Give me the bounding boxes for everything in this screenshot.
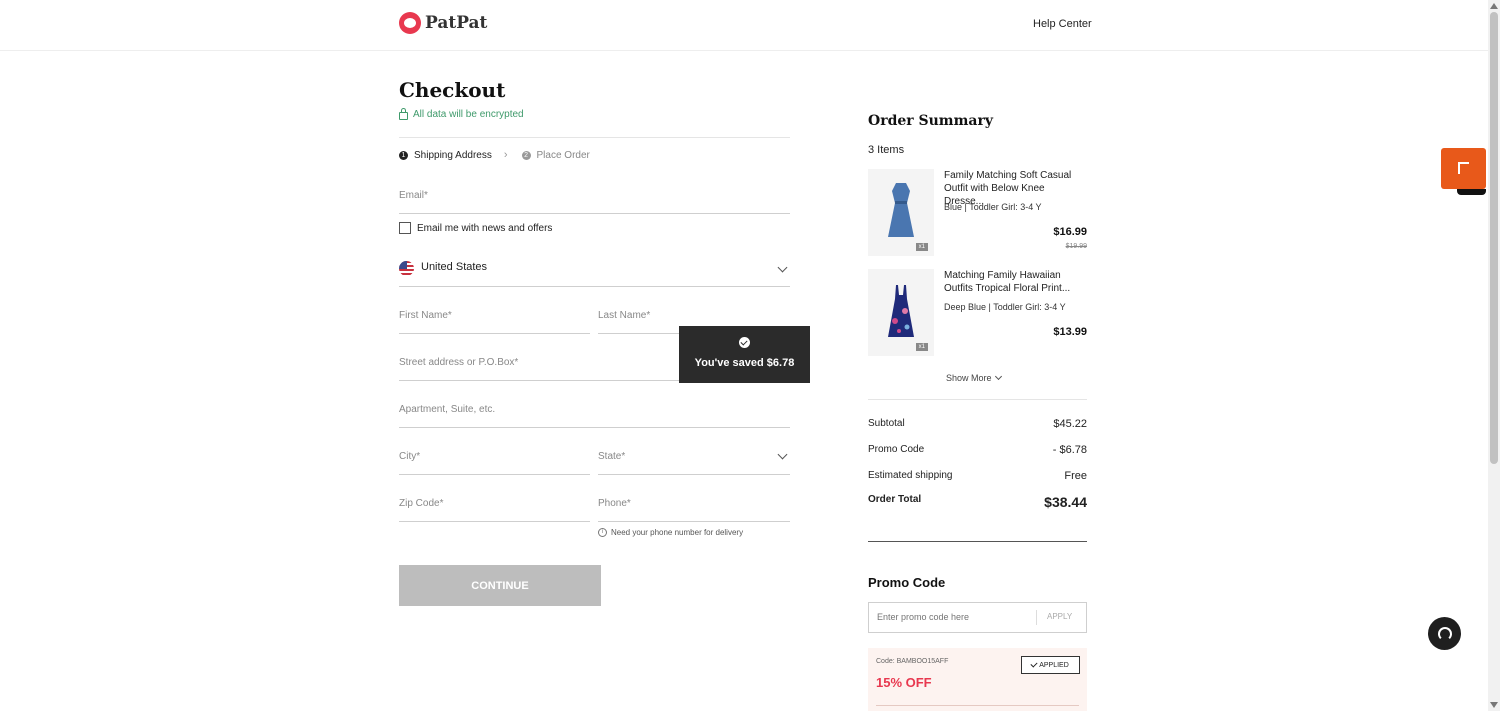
- lock-icon: [399, 108, 408, 120]
- help-center-link[interactable]: Help Center: [1033, 18, 1092, 30]
- encryption-note-text: All data will be encrypted: [413, 109, 524, 120]
- chevron-right-icon: ›: [503, 149, 508, 161]
- page-title: Checkout: [399, 78, 506, 102]
- customer-support-icon[interactable]: [1428, 617, 1461, 650]
- encryption-note: All data will be encrypted: [399, 108, 524, 120]
- apply-button[interactable]: APPLY: [1047, 612, 1072, 621]
- product-variant: Blue | Toddler Girl: 3-4 Y: [944, 202, 1042, 212]
- chevron-down-icon: [994, 372, 1002, 381]
- applied-label: APPLIED: [1039, 661, 1069, 669]
- email-field-label: Email*: [399, 190, 428, 201]
- step-shipping-address: Shipping Address: [414, 149, 492, 161]
- promo-code-input[interactable]: [877, 612, 1027, 622]
- scroll-up-arrow-icon[interactable]: [1490, 3, 1498, 9]
- scroll-down-arrow-icon[interactable]: [1490, 702, 1498, 708]
- chevron-down-icon: [777, 449, 788, 460]
- product-title: Matching Family Hawaiian Outfits Tropica…: [944, 270, 1071, 294]
- chevron-down-icon: [777, 262, 788, 273]
- applied-button[interactable]: APPLIED: [1021, 656, 1080, 674]
- info-icon: i: [598, 528, 607, 537]
- product-original-price: $19.99: [1065, 243, 1087, 250]
- shipping-row: Estimated shipping Free: [868, 470, 1087, 482]
- order-summary-title: Order Summary: [868, 113, 994, 129]
- state-label: State*: [598, 451, 626, 462]
- continue-button[interactable]: CONTINUE: [399, 565, 601, 606]
- order-item[interactable]: x1 Family Matching Soft Casual Outfit wi…: [868, 169, 1087, 256]
- show-more-button[interactable]: Show More: [946, 372, 1002, 383]
- scroll-thumb[interactable]: [1490, 12, 1498, 464]
- blue-dress-image: [888, 183, 914, 237]
- coupon-card: Code: BAMBOO15AFF APPLIED 15% OFF: [868, 648, 1087, 711]
- first-name-label: First Name*: [399, 310, 452, 321]
- divider: [876, 705, 1079, 706]
- order-item[interactable]: x1 Matching Family Hawaiian Outfits Trop…: [868, 269, 1087, 356]
- coupon-code: Code: BAMBOO15AFF: [876, 658, 949, 665]
- coupon-discount: 15% OFF: [876, 675, 932, 690]
- country-select[interactable]: United States: [399, 258, 790, 287]
- product-image: x1: [868, 269, 934, 356]
- newsletter-option[interactable]: Email me with news and offers: [399, 222, 552, 234]
- step-2-number-icon: 2: [521, 150, 531, 160]
- shipping-value: Free: [1064, 470, 1087, 482]
- savings-toast: You've saved $6.78: [679, 326, 810, 383]
- subtotal-label: Subtotal: [868, 418, 905, 429]
- zip-code-label: Zip Code*: [399, 498, 444, 509]
- order-total-label: Order Total: [868, 494, 922, 505]
- street-address-label: Street address or P.O.Box*: [399, 357, 519, 368]
- divider: [868, 399, 1087, 400]
- product-price: $13.99: [1053, 326, 1087, 338]
- phone-label: Phone*: [598, 498, 631, 509]
- order-total-value: $38.44: [1044, 494, 1087, 510]
- phone-field[interactable]: Phone*: [598, 496, 790, 522]
- apartment-label: Apartment, Suite, etc.: [399, 404, 496, 415]
- divider: [868, 541, 1087, 542]
- us-flag-icon: [399, 261, 414, 276]
- step-place-order: Place Order: [536, 149, 590, 161]
- promo-code-title: Promo Code: [868, 575, 946, 590]
- check-circle-icon: [739, 337, 750, 348]
- promo-discount-label: Promo Code: [868, 444, 925, 455]
- divider: [1036, 610, 1037, 625]
- order-total-row: Order Total $38.44: [868, 494, 1087, 510]
- email-field[interactable]: Email*: [399, 188, 790, 214]
- subtotal-row: Subtotal $45.22: [868, 418, 1087, 430]
- product-variant: Deep Blue | Toddler Girl: 3-4 Y: [944, 302, 1066, 312]
- city-label: City*: [399, 451, 421, 462]
- page-scrollbar[interactable]: [1488, 0, 1500, 711]
- product-image: x1: [868, 169, 934, 256]
- phone-hint: i Need your phone number for delivery: [598, 528, 743, 537]
- apartment-field[interactable]: Apartment, Suite, etc.: [399, 402, 790, 428]
- zip-code-field[interactable]: Zip Code*: [399, 496, 590, 522]
- newsletter-checkbox[interactable]: [399, 222, 411, 234]
- floating-reward-icon[interactable]: [1441, 148, 1486, 195]
- product-price: $16.99: [1053, 226, 1087, 238]
- promo-discount-row: Promo Code - $6.78: [868, 444, 1087, 456]
- subtotal-value: $45.22: [1053, 418, 1087, 430]
- phone-hint-text: Need your phone number for delivery: [611, 528, 744, 537]
- shipping-label: Estimated shipping: [868, 470, 953, 481]
- promo-code-box: APPLY: [868, 602, 1087, 633]
- brand-name: PatPat: [425, 13, 488, 33]
- quantity-badge: x1: [915, 243, 928, 251]
- promo-discount-value: - $6.78: [1052, 444, 1087, 456]
- brand-logo[interactable]: PatPat: [399, 12, 487, 34]
- newsletter-label: Email me with news and offers: [417, 222, 553, 234]
- divider: [399, 137, 790, 138]
- quantity-badge: x1: [915, 343, 928, 351]
- first-name-field[interactable]: First Name*: [399, 308, 590, 334]
- step-1-number-icon: 1: [399, 150, 408, 160]
- state-select[interactable]: State*: [598, 449, 790, 475]
- patpat-logo-icon: [399, 12, 421, 34]
- top-bar: PatPat Help Center: [0, 0, 1488, 51]
- check-icon: [1030, 660, 1038, 668]
- floral-dress-image: [888, 285, 914, 337]
- checkout-steps: 1 Shipping Address › 2 Place Order: [399, 149, 590, 161]
- last-name-label: Last Name*: [598, 310, 651, 321]
- savings-toast-text: You've saved $6.78: [694, 357, 795, 369]
- items-count: 3 Items: [868, 144, 905, 156]
- show-more-label: Show More: [946, 373, 992, 383]
- country-value: United States: [421, 261, 488, 273]
- city-field[interactable]: City*: [399, 449, 590, 475]
